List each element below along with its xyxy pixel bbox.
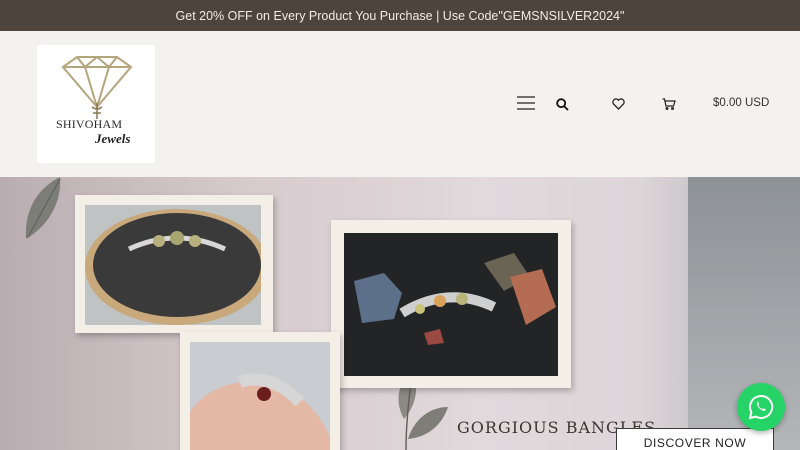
diamond-logo-icon: [61, 55, 133, 119]
cart-total[interactable]: $0.00 USD: [713, 97, 769, 109]
bangle-with-stones-photo: [344, 233, 558, 376]
bangle-photo: [85, 205, 261, 325]
search-icon[interactable]: [553, 95, 571, 113]
hero-banner: GORGIOUS BANGLES DISCOVER NOW: [0, 177, 800, 450]
logo-text-shivoham: SHIVOHAM: [56, 117, 123, 131]
discover-now-button[interactable]: DISCOVER NOW: [616, 428, 774, 450]
site-header: SHIVOHAM Jewels $0.00 USD: [0, 31, 800, 177]
product-photo-frame: [180, 332, 340, 450]
announcement-bar: Get 20% OFF on Every Product You Purchas…: [0, 0, 800, 31]
logo-text-jewels: Jewels: [95, 131, 131, 146]
site-logo[interactable]: SHIVOHAM Jewels: [37, 45, 155, 163]
product-photo-frame: [75, 195, 273, 333]
heart-icon[interactable]: [609, 95, 627, 113]
menu-icon[interactable]: [515, 93, 537, 113]
cart-icon[interactable]: [660, 95, 678, 113]
whatsapp-chat-button[interactable]: [737, 383, 785, 431]
announcement-text: Get 20% OFF on Every Product You Purchas…: [175, 8, 625, 23]
bangle-in-hand-photo: [190, 342, 330, 450]
leaf-decoration-top-left: [25, 177, 61, 239]
whatsapp-icon: [748, 394, 774, 420]
product-photo-frame: [331, 220, 571, 388]
